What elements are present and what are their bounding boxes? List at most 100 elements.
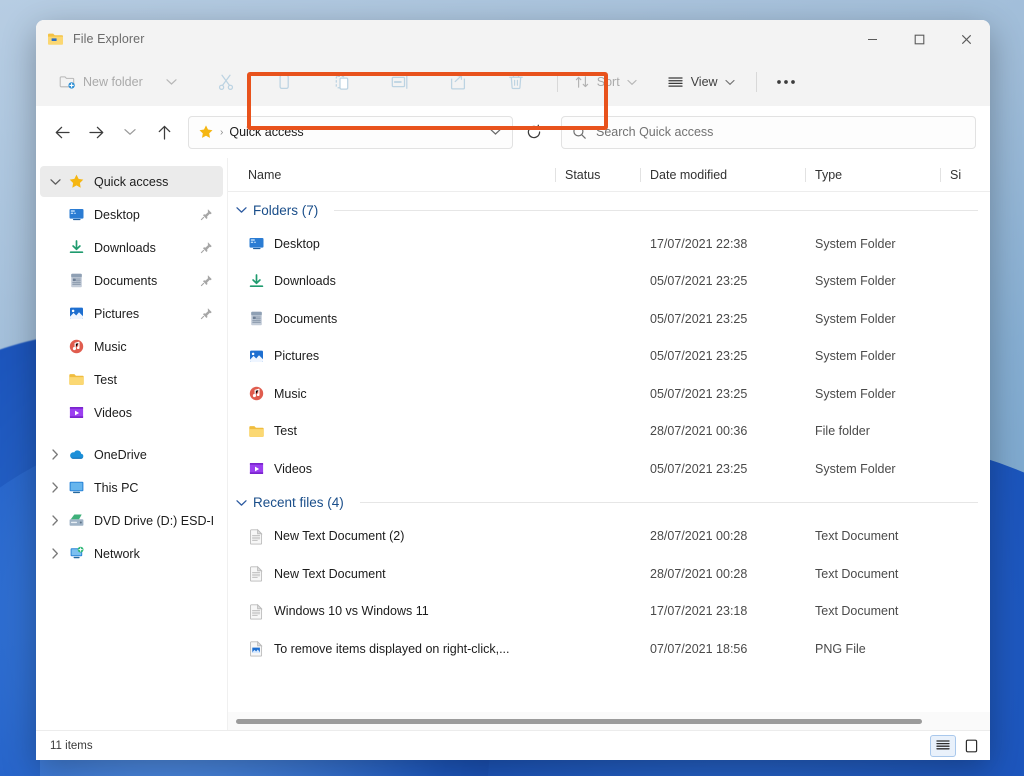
sidebar-item-label: Test [94,372,117,387]
cut-button[interactable] [206,66,246,98]
file-name-label: To remove items displayed on right-click… [274,641,510,656]
address-bar[interactable]: › Quick access [188,115,513,149]
file-type-cell: PNG File [815,641,866,656]
sidebar-item-desktop[interactable]: Desktop [40,199,223,230]
file-name-cell: Desktop [248,235,555,252]
file-row[interactable]: To remove items displayed on right-click… [228,630,990,668]
sidebar-item-test[interactable]: Test [40,364,223,395]
close-button[interactable] [943,20,990,58]
pin-icon[interactable] [200,274,213,287]
clipboard-actions-group [192,66,550,98]
file-date-cell: 05/07/2021 23:25 [650,461,748,476]
up-button[interactable] [148,116,180,148]
navigation-bar: › Quick access Search Quick access [36,106,990,158]
refresh-button[interactable] [519,117,549,147]
delete-button[interactable] [496,66,536,98]
sidebar-item-label: Music [94,339,127,354]
file-row[interactable]: Downloads 05/07/2021 23:25 System Folder [228,263,990,301]
sidebar-item-onedrive[interactable]: OneDrive [40,439,223,470]
share-button[interactable] [438,66,478,98]
sidebar-item-pictures[interactable]: Pictures [40,298,223,329]
details-view-button[interactable] [930,734,956,757]
back-button[interactable] [46,116,78,148]
sidebar-item-this-pc[interactable]: This PC [40,472,223,503]
chevron-down-icon[interactable] [44,178,66,186]
group-header[interactable]: Folders (7) [228,195,990,225]
new-folder-button[interactable]: New folder [50,66,152,98]
file-row[interactable]: New Text Document (2) 28/07/2021 00:28 Tex… [228,518,990,556]
sidebar-item-quick-access[interactable]: Quick access [40,166,223,197]
file-row[interactable]: Music 05/07/2021 23:25 System Folder [228,375,990,413]
column-header-name[interactable]: Name [248,168,555,182]
trash-icon [507,73,525,91]
rename-button[interactable] [380,66,420,98]
file-name-label: Downloads [274,274,336,289]
chevron-down-icon[interactable] [236,499,247,507]
group-header[interactable]: Recent files (4) [228,488,990,518]
new-folder-icon [59,74,76,90]
image-file-icon [248,640,265,657]
sidebar-item-dvd-drive-d-esd-i[interactable]: DVD Drive (D:) ESD-I [40,505,223,536]
network-icon [66,545,86,562]
file-type-cell: Text Document [815,566,899,581]
sidebar-item-videos[interactable]: Videos [40,397,223,428]
pin-icon[interactable] [200,241,213,254]
address-dropdown-button[interactable] [482,119,508,145]
pin-icon[interactable] [200,307,213,320]
column-header-type[interactable]: Type [805,167,940,182]
file-row[interactable]: Windows 10 vs Windows 11 17/07/2021 23:18… [228,593,990,631]
copy-button[interactable] [264,66,304,98]
file-row[interactable]: Desktop 17/07/2021 22:38 System Folder [228,225,990,263]
arrow-left-icon [54,125,71,140]
sidebar-item-label: OneDrive [94,447,147,462]
title-bar-left: File Explorer [36,31,144,47]
file-row[interactable]: Videos 05/07/2021 23:25 System Folder [228,450,990,488]
videos-icon [66,404,86,421]
paste-button[interactable] [322,66,362,98]
maximize-button[interactable] [896,20,943,58]
column-headers: Name Status Date modified Type Si [228,158,990,192]
chevron-right-icon[interactable] [44,515,66,526]
sidebar-item-documents[interactable]: Documents [40,265,223,296]
file-row[interactable]: Documents 05/07/2021 23:25 System Folder [228,300,990,338]
forward-button[interactable] [80,116,112,148]
file-date-cell: 17/07/2021 23:18 [650,604,748,619]
download-icon [66,239,86,256]
chevron-right-icon[interactable] [44,482,66,493]
sidebar-item-downloads[interactable]: Downloads [40,232,223,263]
sort-button[interactable]: Sort [565,66,646,98]
file-list: Folders (7) Desktop 17/07/2021 22:38 System… [228,192,990,712]
new-folder-dropdown-button[interactable] [152,66,192,98]
group-divider [334,209,978,211]
search-input[interactable]: Search Quick access [561,115,976,149]
file-row[interactable]: New Text Document 28/07/2021 00:28 Text Do… [228,555,990,593]
file-name-label: Documents [274,311,338,326]
sidebar-item-network[interactable]: Network [40,538,223,569]
column-header-status[interactable]: Status [555,167,640,182]
minimize-button[interactable] [849,20,896,58]
horizontal-scrollbar[interactable] [228,712,990,730]
see-more-button[interactable] [764,66,808,98]
command-bar: New folder Sort View [36,58,990,130]
file-date-cell: 07/07/2021 18:56 [650,641,748,656]
file-name-label: Desktop [274,236,320,251]
pin-icon[interactable] [200,208,213,221]
recent-locations-button[interactable] [114,116,146,148]
file-row[interactable]: Test 28/07/2021 00:36 File folder [228,413,990,451]
desktop-icon [248,235,265,252]
window-controls [849,20,990,58]
chevron-down-icon[interactable] [236,206,247,214]
tiles-view-button[interactable] [958,735,984,757]
sidebar-item-label: Desktop [94,207,140,222]
sidebar-item-music[interactable]: Music [40,331,223,362]
chevron-right-icon[interactable] [44,449,66,460]
scrollbar-track[interactable] [236,718,982,724]
file-row[interactable]: Pictures 05/07/2021 23:25 System Folder [228,338,990,376]
scrollbar-thumb[interactable] [236,718,923,724]
view-button[interactable]: View [658,66,744,98]
column-header-date-modified[interactable]: Date modified [640,167,805,182]
chevron-right-icon[interactable] [44,548,66,559]
file-type-cell: System Folder [815,236,896,251]
column-header-si[interactable]: Si [940,167,990,182]
